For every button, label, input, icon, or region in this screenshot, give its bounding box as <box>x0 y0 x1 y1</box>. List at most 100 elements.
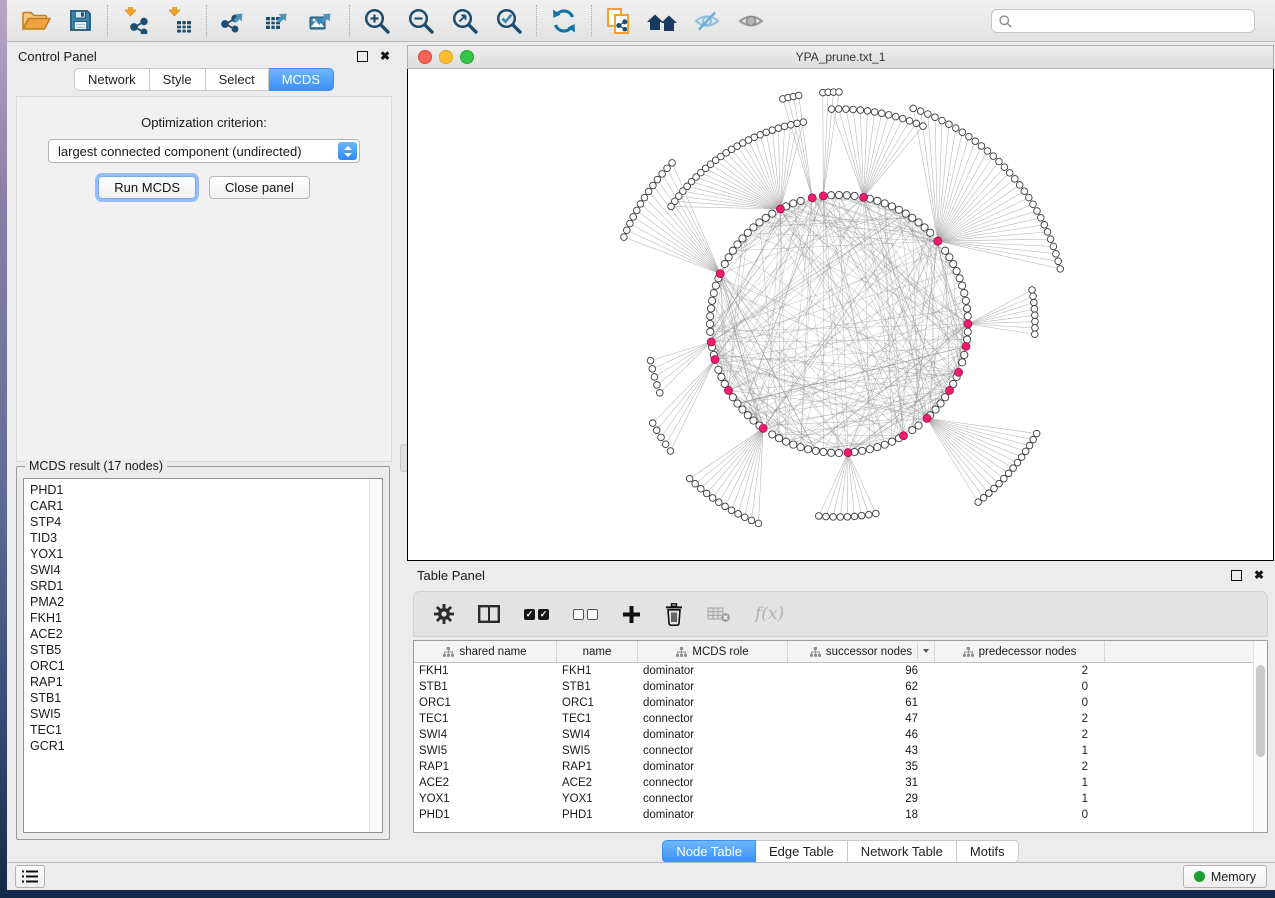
network-node[interactable] <box>932 406 939 413</box>
network-window-titlebar[interactable]: YPA_prune.txt_1 <box>407 45 1274 69</box>
run-mcds-button[interactable]: Run MCDS <box>98 176 196 199</box>
network-node[interactable] <box>790 441 797 448</box>
network-leaf-node[interactable] <box>925 111 932 118</box>
mcds-result-item[interactable]: YOX1 <box>30 546 382 562</box>
search-input[interactable] <box>1017 13 1254 29</box>
network-node[interactable] <box>725 254 732 261</box>
network-leaf-node[interactable] <box>633 207 640 214</box>
network-leaf-node[interactable] <box>1011 176 1018 183</box>
network-node[interactable] <box>706 320 713 327</box>
network-node[interactable] <box>881 441 888 448</box>
network-dominator-node[interactable] <box>946 386 954 394</box>
network-node[interactable] <box>805 446 812 453</box>
network-node[interactable] <box>835 449 842 456</box>
table-settings-button[interactable] <box>434 604 454 624</box>
tab-mcds[interactable]: MCDS <box>269 68 334 91</box>
network-leaf-node[interactable] <box>851 513 858 520</box>
network-node[interactable] <box>782 438 789 445</box>
network-dominator-node[interactable] <box>955 368 963 376</box>
network-leaf-node[interactable] <box>650 182 657 189</box>
network-leaf-node[interactable] <box>913 120 920 127</box>
network-leaf-node[interactable] <box>658 434 665 441</box>
close-panel-icon[interactable]: ✖ <box>380 50 390 62</box>
float-panel-icon[interactable] <box>357 51 368 62</box>
zoom-fit-button[interactable] <box>447 5 483 37</box>
network-leaf-node[interactable] <box>645 188 652 195</box>
network-node[interactable] <box>729 247 736 254</box>
tab-network[interactable]: Network <box>74 68 150 91</box>
table-row[interactable]: SWI4SWI4dominator462 <box>414 727 1267 743</box>
network-node[interactable] <box>888 438 895 445</box>
zoom-out-button[interactable] <box>403 5 439 37</box>
table-row[interactable]: YOX1YOX1connector291 <box>414 791 1267 807</box>
network-leaf-node[interactable] <box>1055 258 1062 265</box>
tab-select[interactable]: Select <box>206 68 269 91</box>
network-node[interactable] <box>769 431 776 438</box>
mcds-result-item[interactable]: STB1 <box>30 690 382 706</box>
column-header-shared-name[interactable]: shared name <box>414 641 557 662</box>
network-dominator-node[interactable] <box>962 342 970 350</box>
network-node[interactable] <box>927 229 934 236</box>
network-leaf-node[interactable] <box>662 441 669 448</box>
network-node[interactable] <box>709 297 716 304</box>
network-leaf-node[interactable] <box>781 123 788 130</box>
network-node[interactable] <box>707 313 714 320</box>
network-leaf-node[interactable] <box>843 106 850 113</box>
network-leaf-node[interactable] <box>1031 299 1038 306</box>
network-leaf-node[interactable] <box>972 138 979 145</box>
network-leaf-node[interactable] <box>906 118 913 125</box>
network-canvas[interactable] <box>407 69 1274 561</box>
column-header-predecessor-nodes[interactable]: predecessor nodes <box>935 641 1105 662</box>
mcds-result-item[interactable]: PMA2 <box>30 594 382 610</box>
network-node[interactable] <box>739 406 746 413</box>
network-dominator-node[interactable] <box>923 414 931 422</box>
network-leaf-node[interactable] <box>1034 208 1041 215</box>
network-leaf-node[interactable] <box>837 514 844 521</box>
network-node[interactable] <box>942 394 949 401</box>
network-node[interactable] <box>835 191 842 198</box>
network-leaf-node[interactable] <box>1044 229 1051 236</box>
network-node[interactable] <box>790 200 797 207</box>
network-node[interactable] <box>715 366 722 373</box>
network-node[interactable] <box>963 305 970 312</box>
sort-chevron-icon[interactable] <box>923 649 929 653</box>
network-leaf-node[interactable] <box>892 113 899 120</box>
network-leaf-node[interactable] <box>656 390 663 397</box>
network-leaf-node[interactable] <box>885 112 892 119</box>
hide-selected-button[interactable] <box>689 5 725 37</box>
table-row[interactable]: TEC1TEC1connector472 <box>414 711 1267 727</box>
network-leaf-node[interactable] <box>654 382 661 389</box>
network-leaf-node[interactable] <box>975 499 982 506</box>
network-leaf-node[interactable] <box>722 503 729 510</box>
network-node[interactable] <box>956 275 963 282</box>
import-network-button[interactable] <box>117 5 153 37</box>
mcds-result-item[interactable]: PHD1 <box>30 482 382 498</box>
mcds-result-item[interactable]: GCR1 <box>30 738 382 754</box>
network-leaf-node[interactable] <box>910 105 917 112</box>
network-leaf-node[interactable] <box>775 125 782 132</box>
network-leaf-node[interactable] <box>649 366 656 373</box>
network-leaf-node[interactable] <box>959 129 966 136</box>
network-leaf-node[interactable] <box>1030 201 1037 208</box>
network-leaf-node[interactable] <box>1053 251 1060 258</box>
network-node[interactable] <box>964 328 971 335</box>
column-header-successor-nodes[interactable]: successor nodes <box>788 641 935 662</box>
network-node[interactable] <box>921 224 928 231</box>
network-leaf-node[interactable] <box>1031 331 1038 338</box>
network-leaf-node[interactable] <box>1001 164 1008 171</box>
network-leaf-node[interactable] <box>728 507 735 514</box>
mcds-result-item[interactable]: ACE2 <box>30 626 382 642</box>
network-node[interactable] <box>828 449 835 456</box>
network-node[interactable] <box>942 247 949 254</box>
criterion-select[interactable]: largest connected component (undirected) <box>48 139 360 163</box>
mcds-result-item[interactable]: SWI5 <box>30 706 382 722</box>
zoom-in-button[interactable] <box>359 5 395 37</box>
network-leaf-node[interactable] <box>984 148 991 155</box>
export-table-button[interactable] <box>260 5 296 37</box>
mcds-result-item[interactable]: FKH1 <box>30 610 382 626</box>
network-leaf-node[interactable] <box>755 520 762 527</box>
network-leaf-node[interactable] <box>1030 293 1037 300</box>
window-minimize-light[interactable] <box>439 50 453 64</box>
network-leaf-node[interactable] <box>669 160 676 167</box>
mcds-result-item[interactable]: STB5 <box>30 642 382 658</box>
